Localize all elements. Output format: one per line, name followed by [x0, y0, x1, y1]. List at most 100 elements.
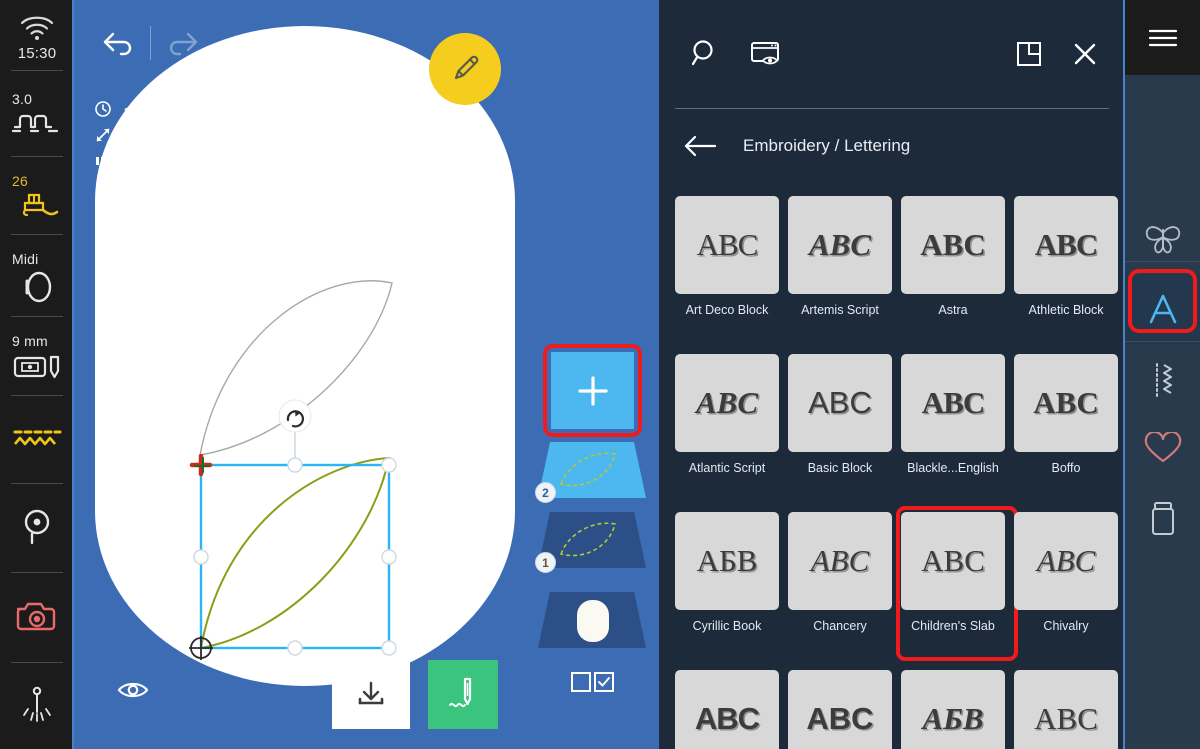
window-preview-icon[interactable] [750, 39, 784, 69]
anchor-crosshair-icon[interactable] [189, 453, 213, 477]
selection-bounding-box[interactable] [189, 399, 397, 660]
font-item[interactable]: ABC [788, 670, 892, 749]
lettering-font-panel[interactable]: Embroidery / Lettering ABC Art Deco Bloc… [659, 0, 1125, 749]
layer-badge[interactable]: 1 [535, 552, 556, 573]
close-x-icon[interactable] [1071, 40, 1099, 68]
font-preview-swatch[interactable]: ABC [788, 354, 892, 452]
font-label: Atlantic Script [688, 461, 766, 475]
bobbin-cell[interactable]: Midi [0, 233, 74, 316]
font-preview-swatch[interactable]: АБВ [901, 670, 1005, 749]
rotate-handle[interactable] [278, 399, 312, 465]
font-label: Children's Slab [911, 619, 995, 633]
font-sample: ABC [1033, 385, 1099, 420]
list-item[interactable]: 1 [525, 510, 659, 580]
checkbox-empty-icon[interactable] [570, 672, 591, 692]
design-objects-layer[interactable] [74, 0, 525, 749]
save-design-button[interactable] [332, 660, 410, 729]
font-item[interactable]: ABC Chivalry [1014, 512, 1118, 662]
layer-thumb-hoop[interactable] [525, 590, 659, 660]
resize-handle-right[interactable] [381, 549, 397, 565]
presser-foot-cell[interactable]: 26 [0, 155, 74, 234]
font-preview-swatch[interactable]: ABC [1014, 354, 1118, 452]
resize-panel-icon[interactable] [1015, 40, 1043, 68]
thread-spool-cell[interactable] [0, 482, 74, 572]
presser-foot-icon [22, 193, 59, 216]
font-preview-swatch[interactable]: ABC [901, 354, 1005, 452]
menu-button[interactable] [1125, 0, 1200, 75]
font-preview-swatch[interactable]: ABC [788, 196, 892, 294]
back-arrow-icon[interactable] [683, 134, 719, 158]
design-canvas[interactable]: <1 min 3.0 x 3.0 in 1 [74, 0, 525, 749]
font-item[interactable]: ABC Chancery [788, 512, 892, 662]
origin-crosshair-icon[interactable] [189, 636, 213, 660]
add-layer-item[interactable] [525, 340, 659, 440]
font-label: Boffo [1051, 461, 1081, 475]
font-item[interactable]: ABC Astra [901, 196, 1005, 346]
font-item[interactable]: ABC Artemis Script [788, 196, 892, 346]
font-sample: ABC [808, 227, 872, 262]
sidebar-item-stitches[interactable] [1125, 344, 1200, 414]
font-sample: ABC [695, 385, 759, 420]
wifi-status-cell[interactable]: 15:30 [0, 0, 74, 70]
stitch-plate-needle-icon [13, 356, 60, 379]
font-item-selected[interactable]: ABC Children's Slab [896, 506, 1018, 662]
preview-visibility-button[interactable] [116, 678, 150, 707]
resize-handle-left[interactable] [193, 549, 209, 565]
font-preview-swatch[interactable]: АБВ [675, 512, 779, 610]
font-item[interactable]: ABC [675, 670, 779, 749]
font-preview-swatch[interactable]: ABC [1014, 670, 1118, 749]
list-item[interactable]: 2 [525, 440, 659, 510]
machine-status-rail: 15:30 3.0 26 Midi 9 mm [0, 0, 74, 749]
list-item[interactable] [525, 590, 659, 660]
font-grid[interactable]: ABC Art Deco Block ABC Artemis Script AB… [675, 196, 1125, 749]
font-preview-swatch[interactable]: ABC [675, 670, 779, 749]
font-item[interactable]: ABC Art Deco Block [675, 196, 779, 346]
stitch-length-cell[interactable]: 3.0 [0, 70, 74, 156]
font-preview-swatch[interactable]: ABC [788, 670, 892, 749]
search-icon[interactable] [690, 39, 720, 69]
select-all-toggle[interactable] [525, 672, 659, 692]
font-sample: ABC [810, 543, 870, 578]
font-preview-swatch[interactable]: ABC [675, 354, 779, 452]
font-preview-swatch[interactable]: ABC [901, 512, 1005, 610]
start-stitching-button[interactable] [428, 660, 498, 729]
font-item[interactable]: ABC Atlantic Script [675, 354, 779, 504]
usb-drive-icon [1151, 502, 1174, 535]
check-icon [597, 677, 610, 687]
checkbox-checked-icon[interactable] [593, 672, 614, 692]
stitch-plate-cell[interactable]: 9 mm [0, 315, 74, 396]
needle-stitch-icon [449, 677, 472, 707]
font-preview-swatch[interactable]: ABC [901, 196, 1005, 294]
font-item[interactable]: ABC Boffo [1014, 354, 1118, 504]
sidebar-item-usb[interactable] [1125, 484, 1200, 554]
leaf-shape-selected[interactable] [199, 456, 391, 650]
needle-light-cell[interactable] [0, 661, 74, 749]
add-layer-tile[interactable] [551, 352, 634, 429]
sidebar-item-designs[interactable] [1125, 204, 1200, 274]
font-item[interactable]: ABC Basic Block [788, 354, 892, 504]
font-preview-swatch[interactable]: ABC [788, 512, 892, 610]
resize-handle-bottom[interactable] [287, 640, 303, 656]
font-item[interactable]: ABC Blackle...English [901, 354, 1005, 504]
bobbin-icon [25, 271, 52, 302]
layer-list: 2 1 [525, 340, 659, 660]
font-item[interactable]: АБВ Cyrillic Book [675, 512, 779, 662]
font-preview-swatch[interactable]: ABC [675, 196, 779, 294]
font-item[interactable]: АБВ [901, 670, 1005, 749]
resize-handle-bottom-right[interactable] [381, 640, 397, 656]
nav-divider [1125, 341, 1200, 342]
sidebar-item-lettering[interactable] [1125, 269, 1200, 344]
layer-stack-panel[interactable]: 2 1 [525, 0, 659, 749]
font-preview-swatch[interactable]: ABC [1014, 196, 1118, 294]
font-item[interactable]: ABC Athletic Block [1014, 196, 1118, 346]
resize-handle-top-right[interactable] [381, 457, 397, 473]
layer-badge[interactable]: 2 [535, 482, 556, 503]
font-sample: ABC [694, 701, 760, 736]
font-item[interactable]: ABC [1014, 670, 1118, 749]
resize-handle-top[interactable] [287, 457, 303, 473]
breadcrumb[interactable]: Embroidery / Lettering [683, 126, 1113, 166]
stitch-pattern-cell[interactable] [0, 395, 74, 482]
camera-cell[interactable] [0, 572, 74, 661]
font-preview-swatch[interactable]: ABC [1014, 512, 1118, 610]
sidebar-item-favorites[interactable] [1125, 414, 1200, 484]
